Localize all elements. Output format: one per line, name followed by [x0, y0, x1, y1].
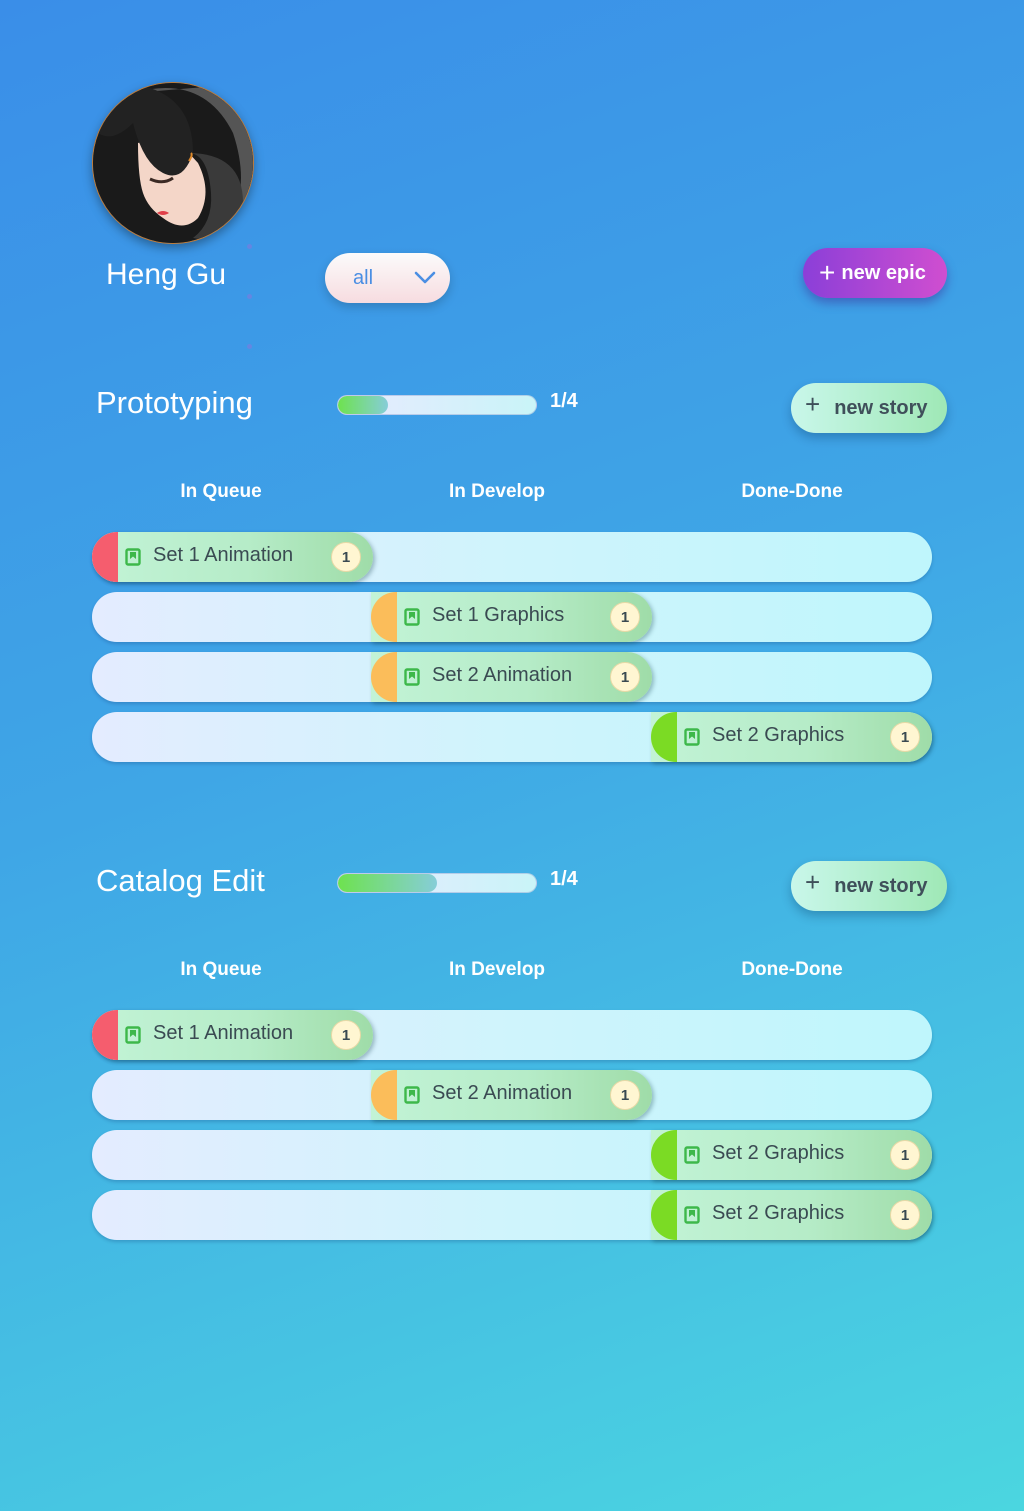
story-lane: Set 1 Animation 1: [92, 1010, 932, 1060]
column-header: In Develop: [448, 959, 546, 980]
new-story-button[interactable]: + new story: [791, 861, 947, 911]
new-story-label: new story: [834, 874, 928, 897]
epic-progress-bar: [337, 395, 537, 415]
plus-icon: +: [805, 389, 821, 419]
filter-select[interactable]: all: [325, 253, 450, 303]
story-lane: Set 2 Animation 1: [92, 1070, 932, 1120]
story-card[interactable]: Set 2 Graphics 1: [651, 1190, 932, 1240]
story-count-badge: 1: [890, 1140, 920, 1170]
epic-progress-text: 1/4: [550, 390, 578, 412]
story-label: Set 1 Animation: [153, 544, 294, 566]
epic-title: Catalog Edit: [96, 863, 265, 898]
story-label: Set 1 Graphics: [432, 604, 565, 626]
epic-section: Prototyping 1/4 + new story In Queue In Devel…: [0, 383, 1024, 785]
epic-progress-fill: [338, 396, 388, 414]
stage-indicator: [92, 1010, 118, 1060]
story-lane: Set 2 Graphics 1: [92, 1190, 932, 1240]
story-card[interactable]: Set 1 Animation 1: [92, 1010, 373, 1060]
column-header: In Queue: [180, 959, 262, 980]
story-count-badge: 1: [890, 1200, 920, 1230]
story-count-badge: 1: [331, 542, 361, 572]
stage-indicator: [371, 1070, 397, 1120]
story-card[interactable]: Set 2 Graphics 1: [651, 712, 932, 762]
new-epic-label: new epic: [841, 261, 926, 284]
plus-icon: +: [819, 257, 836, 288]
bookmark-icon: [404, 608, 420, 626]
user-avatar[interactable]: [92, 82, 254, 244]
bookmark-icon: [684, 1146, 700, 1164]
epic-progress-fill: [338, 874, 437, 892]
story-card[interactable]: Set 2 Animation 1: [371, 1070, 652, 1120]
new-epic-button[interactable]: + new epic: [803, 248, 947, 298]
story-card[interactable]: Set 1 Animation 1: [92, 532, 373, 582]
story-label: Set 2 Animation: [432, 664, 573, 686]
story-card[interactable]: Set 2 Animation 1: [371, 652, 652, 702]
plus-icon: +: [805, 867, 821, 897]
story-label: Set 2 Animation: [432, 1082, 573, 1104]
bookmark-icon: [684, 728, 700, 746]
epic-progress-text: 1/4: [550, 868, 578, 890]
user-name: Heng Gu: [106, 258, 227, 291]
column-header: Done-Done: [741, 959, 843, 980]
epic-section: Catalog Edit 1/4 + new story In Queue In Deve…: [0, 861, 1024, 1263]
chevron-down-icon: [414, 271, 436, 284]
new-story-label: new story: [834, 396, 928, 419]
story-lane: Set 1 Graphics 1: [92, 592, 932, 642]
user-avatar-icon: [93, 83, 253, 243]
bookmark-icon: [125, 548, 141, 566]
story-label: Set 1 Animation: [153, 1022, 294, 1044]
story-count-badge: 1: [610, 602, 640, 632]
story-count-badge: 1: [890, 722, 920, 752]
stage-indicator: [651, 712, 677, 762]
bookmark-icon: [684, 1206, 700, 1224]
story-label: Set 2 Graphics: [712, 1142, 845, 1164]
column-header: Done-Done: [741, 481, 843, 502]
stage-indicator: [651, 1190, 677, 1240]
stage-indicator: [651, 1130, 677, 1180]
stage-indicator: [371, 652, 397, 702]
story-count-badge: 1: [610, 1080, 640, 1110]
column-header: In Queue: [180, 481, 262, 502]
epic-title: Prototyping: [96, 385, 253, 420]
epic-progress-bar: [337, 873, 537, 893]
story-label: Set 2 Graphics: [712, 724, 845, 746]
bookmark-icon: [404, 668, 420, 686]
filter-value: all: [353, 266, 374, 289]
column-header: In Develop: [448, 481, 546, 502]
bookmark-icon: [125, 1026, 141, 1044]
story-lane: Set 2 Graphics 1: [92, 1130, 932, 1180]
story-lane: Set 1 Animation 1: [92, 532, 932, 582]
story-count-badge: 1: [331, 1020, 361, 1050]
new-story-button[interactable]: + new story: [791, 383, 947, 433]
story-lane: Set 2 Graphics 1: [92, 712, 932, 762]
story-count-badge: 1: [610, 662, 640, 692]
story-label: Set 2 Graphics: [712, 1202, 845, 1224]
story-card[interactable]: Set 2 Graphics 1: [651, 1130, 932, 1180]
story-card[interactable]: Set 1 Graphics 1: [371, 592, 652, 642]
stage-indicator: [371, 592, 397, 642]
story-lane: Set 2 Animation 1: [92, 652, 932, 702]
decorative-dots: [247, 244, 252, 394]
stage-indicator: [92, 532, 118, 582]
bookmark-icon: [404, 1086, 420, 1104]
